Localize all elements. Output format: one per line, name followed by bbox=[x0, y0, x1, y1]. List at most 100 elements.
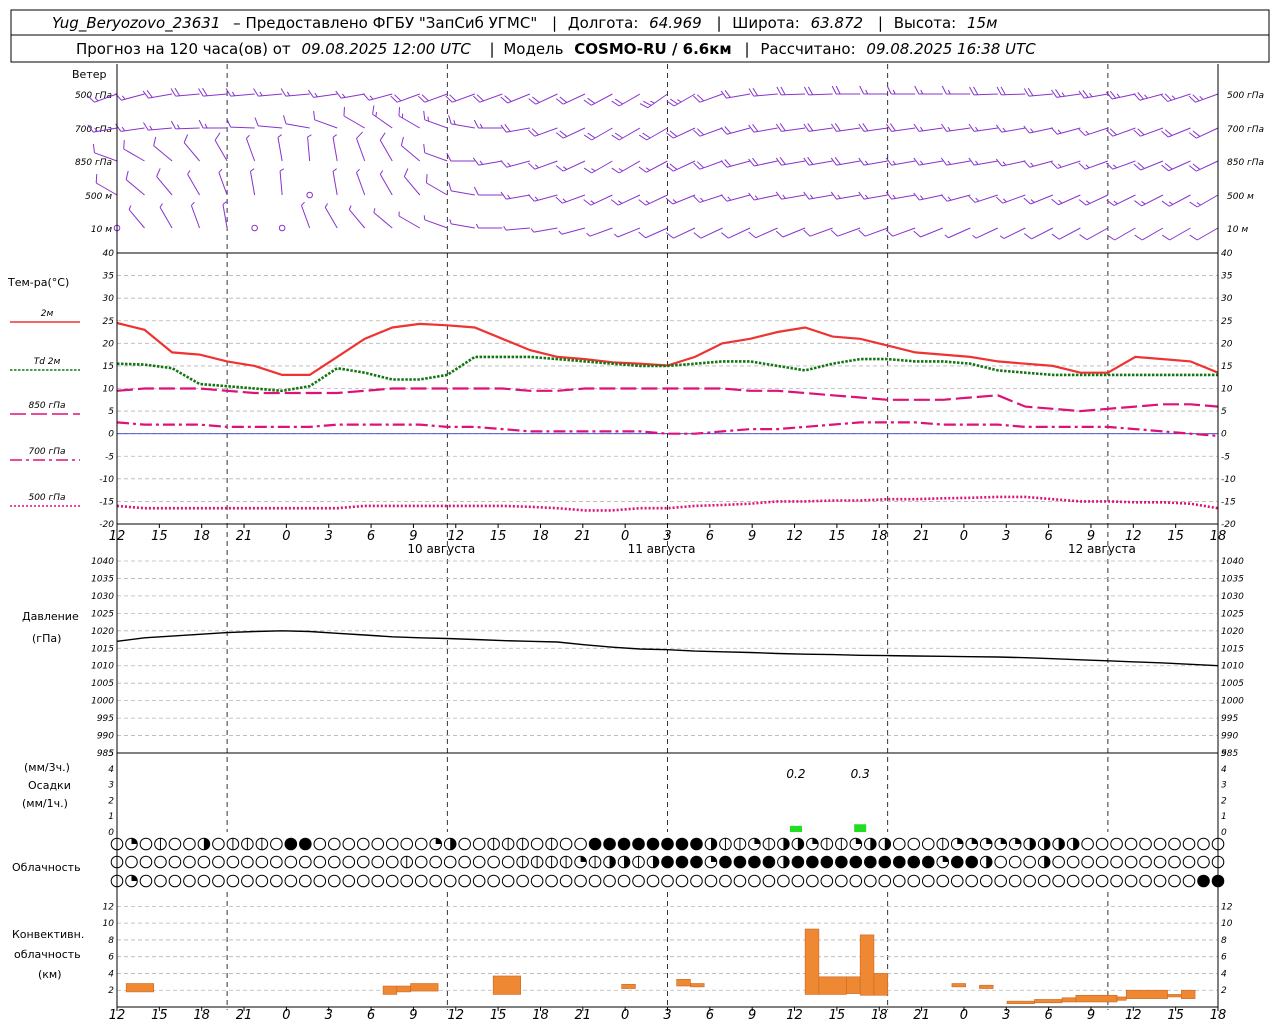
wind-barb bbox=[362, 93, 393, 101]
barb-half bbox=[975, 197, 980, 202]
barb-full bbox=[448, 115, 452, 124]
cloud-half bbox=[450, 838, 456, 850]
cloud-cover-symbol bbox=[907, 837, 921, 851]
temp-tick-left: 30 bbox=[103, 294, 115, 304]
pres-tick-right: 1025 bbox=[1221, 609, 1244, 619]
wind-barb bbox=[1134, 227, 1164, 241]
convective-cloud-bar bbox=[676, 979, 691, 987]
barb-full bbox=[1023, 233, 1032, 240]
cloud-quarter bbox=[1015, 838, 1021, 844]
barb-full bbox=[500, 160, 508, 168]
conv-tick-left: 2 bbox=[108, 986, 114, 996]
barb-staff bbox=[356, 138, 366, 162]
barb-full bbox=[472, 157, 480, 166]
cloud-cover-symbol bbox=[1095, 855, 1109, 869]
barb-staff bbox=[125, 179, 145, 196]
wind-barb bbox=[583, 127, 613, 141]
cloud-overcast bbox=[734, 856, 746, 868]
barb-full bbox=[1051, 233, 1060, 240]
cloud-cover-symbol bbox=[1124, 874, 1138, 888]
wind-barb bbox=[1189, 194, 1219, 208]
cloud-cover-symbol bbox=[313, 855, 327, 869]
cloud-half bbox=[1073, 838, 1079, 850]
cloud-cover-symbol bbox=[1110, 874, 1123, 888]
calm-wind-marker bbox=[306, 191, 313, 199]
cloud-cover-symbol bbox=[371, 855, 385, 869]
barb-half bbox=[121, 126, 126, 132]
barb-staff bbox=[159, 206, 173, 229]
barb-full bbox=[693, 195, 701, 203]
barb-full bbox=[748, 88, 755, 97]
wind-barb bbox=[665, 160, 696, 172]
precip-tick-right: 2 bbox=[1221, 796, 1227, 806]
convective-cloud-bar bbox=[410, 983, 439, 992]
cloud-overcast bbox=[632, 838, 645, 850]
wind-barb bbox=[1188, 127, 1219, 139]
temp-tick-right: 25 bbox=[1221, 317, 1233, 327]
sep-1: | bbox=[552, 14, 557, 32]
wind-barb bbox=[941, 123, 971, 132]
wind-level-label: 500 гПа bbox=[75, 91, 112, 101]
cloud-half bbox=[797, 838, 804, 850]
cloud-cover-symbol bbox=[892, 874, 906, 888]
barb-half bbox=[1057, 129, 1062, 134]
precip-unit-1h: (мм/1ч.) bbox=[22, 797, 68, 810]
cloud-cover-symbol bbox=[472, 855, 486, 869]
barb-full bbox=[527, 194, 535, 202]
wind-barb bbox=[1133, 127, 1164, 137]
barb-half bbox=[590, 200, 595, 204]
x-tick-label-mid: 15 bbox=[151, 529, 168, 544]
cloud-cover-symbol bbox=[1110, 837, 1123, 851]
wind-barb bbox=[332, 168, 338, 196]
x-tick-label-mid: 18 bbox=[1210, 529, 1227, 544]
pres-tick-left: 1020 bbox=[91, 627, 114, 637]
convective-cloud-bar bbox=[818, 976, 847, 995]
wind-barb bbox=[528, 160, 558, 170]
wind-barb bbox=[1161, 194, 1191, 207]
cloud-overcast bbox=[589, 838, 601, 850]
wind-barb bbox=[198, 87, 228, 97]
barb-full bbox=[1189, 201, 1198, 208]
pres-tick-right: 1035 bbox=[1221, 574, 1244, 584]
barb-half bbox=[614, 233, 619, 238]
barb-full bbox=[356, 131, 364, 139]
cloud-half bbox=[1058, 838, 1065, 850]
barb-staff bbox=[533, 227, 558, 233]
barb-full bbox=[665, 197, 674, 205]
cloud-overcast bbox=[835, 856, 848, 868]
cloud-cover-symbol bbox=[385, 874, 399, 888]
wind-barb bbox=[614, 227, 641, 238]
wind-barb bbox=[885, 191, 916, 200]
wind-barb bbox=[858, 157, 888, 166]
barb-half bbox=[1030, 128, 1034, 133]
barb-half bbox=[919, 126, 924, 132]
forecast-label: Прогноз на 120 часа(ов) от bbox=[76, 40, 291, 58]
barb-full bbox=[638, 166, 647, 173]
wind-barb bbox=[1051, 89, 1081, 98]
barb-half bbox=[503, 226, 507, 231]
barb-staff bbox=[156, 176, 173, 196]
barb-full bbox=[283, 115, 287, 124]
barb-staff bbox=[398, 215, 421, 229]
cloud-half bbox=[783, 838, 790, 850]
barb-staff bbox=[617, 227, 641, 238]
x-tick-label-mid: 0 bbox=[282, 529, 290, 544]
cloud-overcast bbox=[763, 856, 775, 868]
x-tick-label-mid: 12 bbox=[786, 529, 803, 544]
wind-barb bbox=[940, 157, 971, 166]
cloud-overcast bbox=[850, 856, 862, 868]
barb-half bbox=[947, 160, 951, 165]
cloud-cover-symbol bbox=[994, 855, 1007, 869]
calc-time: 09.08.2025 16:38 UTC bbox=[866, 40, 1036, 58]
cloud-cover-symbol bbox=[458, 837, 471, 851]
wind-barb bbox=[226, 118, 255, 129]
x-tick-label-mid: 0 bbox=[960, 529, 968, 544]
cloud-cover-symbol bbox=[139, 837, 153, 851]
convective-cloud-bar bbox=[1034, 999, 1063, 1004]
barb-full bbox=[583, 199, 592, 206]
convective-cloud-bar bbox=[951, 983, 966, 988]
wind-barb bbox=[170, 120, 200, 130]
cloud-overcast bbox=[907, 856, 920, 868]
temp-tick-left: 25 bbox=[103, 317, 115, 327]
cloud-cover-symbol bbox=[835, 874, 848, 888]
